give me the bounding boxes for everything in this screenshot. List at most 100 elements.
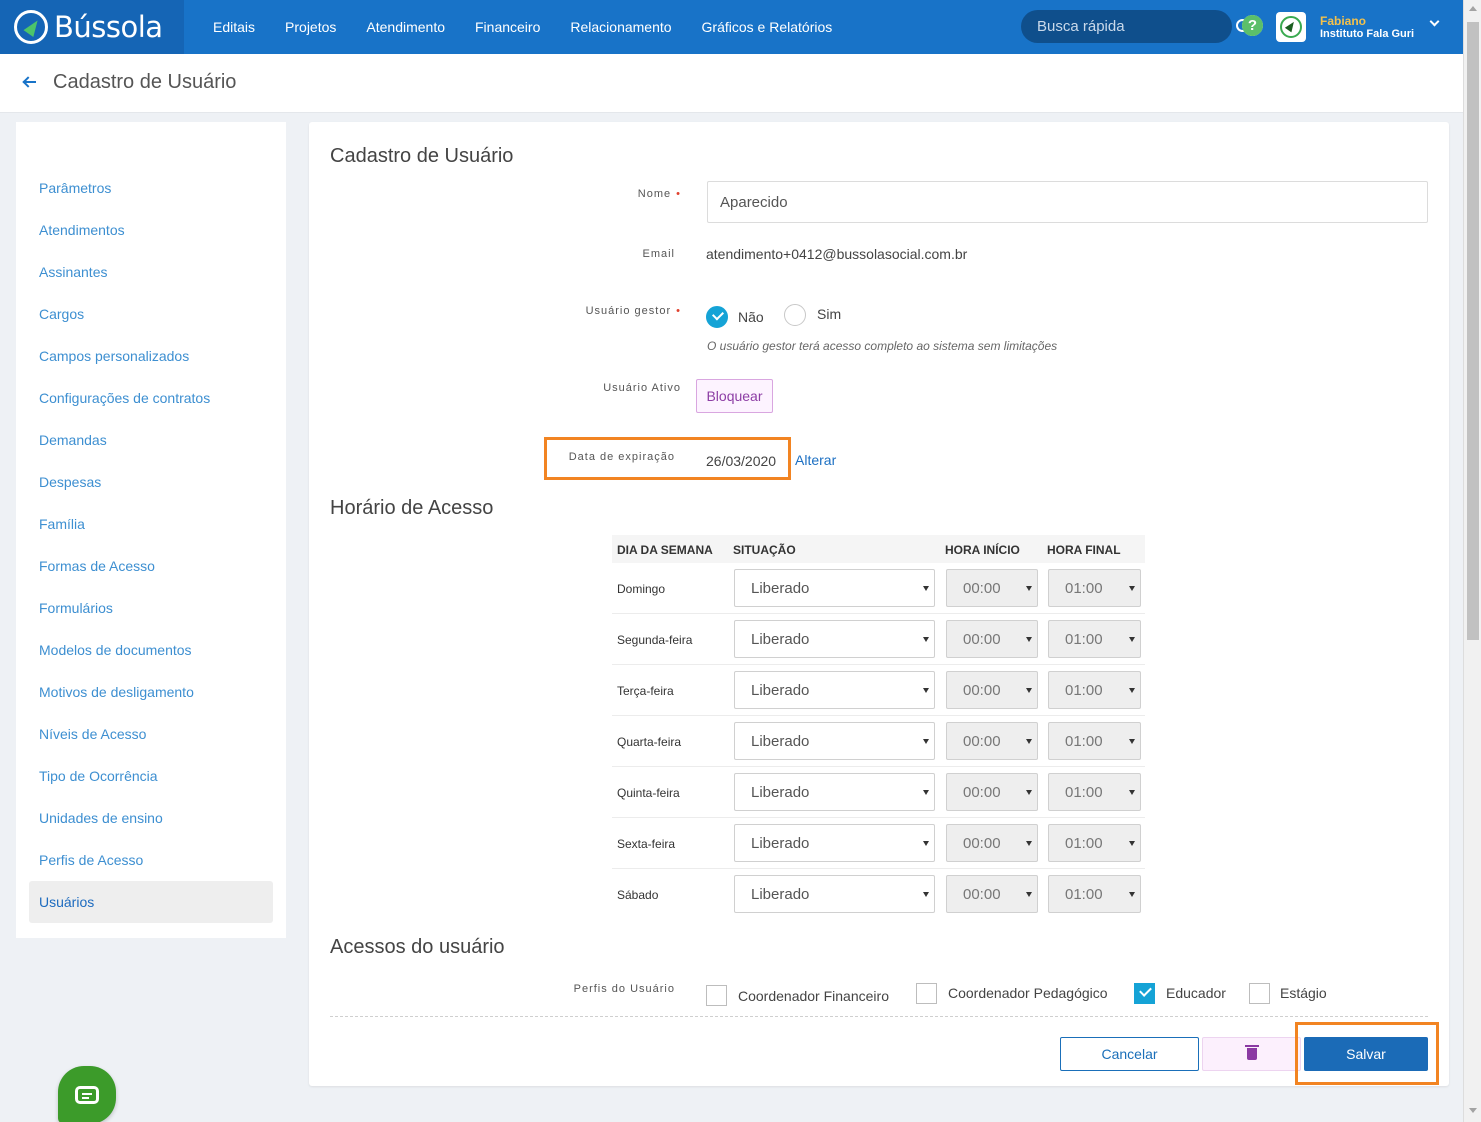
help-glyph: ? <box>1247 17 1258 34</box>
profile-coordenador-pedagogico-label[interactable]: Coordenador Pedagógico <box>948 985 1108 1001</box>
start-value: 00:00 <box>963 885 1001 903</box>
status-select[interactable]: Liberado <box>734 773 935 811</box>
sidebar-item-atendimentos[interactable]: Atendimentos <box>29 209 273 251</box>
sidebar-item-parametros[interactable]: Parâmetros <box>29 167 273 209</box>
start-time-select[interactable]: 00:00 <box>946 569 1038 607</box>
end-value: 01:00 <box>1065 579 1103 597</box>
save-button[interactable]: Salvar <box>1304 1037 1428 1071</box>
back-arrow-icon[interactable] <box>22 74 38 90</box>
gestor-sim-label[interactable]: Sim <box>817 306 841 322</box>
gestor-nao-label[interactable]: Não <box>738 309 764 325</box>
user-name[interactable]: Fabiano <box>1320 14 1366 28</box>
start-value: 00:00 <box>963 732 1001 750</box>
end-value: 01:00 <box>1065 732 1103 750</box>
profile-estagio-checkbox[interactable] <box>1249 983 1270 1004</box>
profile-educador-label[interactable]: Educador <box>1166 985 1226 1001</box>
sidebar-item-familia[interactable]: Família <box>29 503 273 545</box>
start-time-select[interactable]: 00:00 <box>946 671 1038 709</box>
caret-down-icon <box>923 586 929 591</box>
profile-coordenador-financeiro-label[interactable]: Coordenador Financeiro <box>738 988 889 1004</box>
start-time-select[interactable]: 00:00 <box>946 722 1038 760</box>
gestor-sim-radio[interactable] <box>784 304 806 326</box>
quick-search <box>1021 10 1249 43</box>
search-input[interactable] <box>1037 18 1236 35</box>
chevron-down-icon[interactable] <box>1429 16 1440 27</box>
delete-button[interactable] <box>1202 1037 1301 1071</box>
scroll-down-arrow-icon[interactable] <box>1469 1108 1477 1113</box>
sidebar-item-configuracoes-contratos[interactable]: Configurações de contratos <box>29 377 273 419</box>
nav-relacionamento[interactable]: Relacionamento <box>570 19 671 35</box>
compass-icon <box>14 10 48 44</box>
start-time-select[interactable]: 00:00 <box>946 824 1038 862</box>
status-select[interactable]: Liberado <box>734 875 935 913</box>
nome-input[interactable] <box>707 181 1428 223</box>
status-select[interactable]: Liberado <box>734 722 935 760</box>
sidebar-item-perfis-acesso[interactable]: Perfis de Acesso <box>29 839 273 881</box>
sidebar-item-assinantes[interactable]: Assinantes <box>29 251 273 293</box>
end-value: 01:00 <box>1065 681 1103 699</box>
chat-widget-button[interactable] <box>58 1066 116 1122</box>
profile-estagio-label[interactable]: Estágio <box>1280 985 1327 1001</box>
caret-down-icon <box>923 790 929 795</box>
profile-coordenador-financeiro-checkbox[interactable] <box>706 985 727 1006</box>
caret-down-icon <box>923 739 929 744</box>
required-mark: • <box>676 188 681 200</box>
start-value: 00:00 <box>963 630 1001 648</box>
sidebar-item-motivos-desligamento[interactable]: Motivos de desligamento <box>29 671 273 713</box>
user-organization[interactable]: Instituto Fala Guri <box>1320 28 1414 40</box>
caret-down-icon <box>923 841 929 846</box>
start-time-select[interactable]: 00:00 <box>946 875 1038 913</box>
nome-label: Nome • <box>638 188 681 200</box>
nav-atendimento[interactable]: Atendimento <box>366 19 445 35</box>
status-value: Liberado <box>751 579 810 597</box>
nav-graficos-relatorios[interactable]: Gráficos e Relatórios <box>702 19 833 35</box>
help-icon[interactable]: ? <box>1242 15 1263 36</box>
end-time-select[interactable]: 01:00 <box>1048 773 1141 811</box>
sidebar-item-formas-acesso[interactable]: Formas de Acesso <box>29 545 273 587</box>
status-select[interactable]: Liberado <box>734 569 935 607</box>
sidebar-item-usuarios[interactable]: Usuários <box>29 881 273 923</box>
gestor-nao-radio[interactable] <box>706 306 728 328</box>
sidebar-item-tipo-ocorrencia[interactable]: Tipo de Ocorrência <box>29 755 273 797</box>
status-select[interactable]: Liberado <box>734 620 935 658</box>
alterar-link[interactable]: Alterar <box>795 452 836 468</box>
start-time-select[interactable]: 00:00 <box>946 773 1038 811</box>
page-scrollbar[interactable] <box>1463 0 1481 1122</box>
sidebar-item-unidades-ensino[interactable]: Unidades de ensino <box>29 797 273 839</box>
end-time-select[interactable]: 01:00 <box>1048 722 1141 760</box>
nav-editais[interactable]: Editais <box>213 19 255 35</box>
end-time-select[interactable]: 01:00 <box>1048 671 1141 709</box>
scrollbar-thumb[interactable] <box>1467 22 1479 640</box>
end-time-select[interactable]: 01:00 <box>1048 824 1141 862</box>
nav-projetos[interactable]: Projetos <box>285 19 336 35</box>
status-value: Liberado <box>751 732 810 750</box>
sidebar-item-despesas[interactable]: Despesas <box>29 461 273 503</box>
sidebar-item-formularios[interactable]: Formulários <box>29 587 273 629</box>
sidebar-item-cargos[interactable]: Cargos <box>29 293 273 335</box>
sidebar-item-demandas[interactable]: Demandas <box>29 419 273 461</box>
profile-educador-checkbox[interactable] <box>1134 983 1155 1004</box>
bloquear-button[interactable]: Bloquear <box>696 379 773 413</box>
caret-down-icon <box>1026 586 1032 591</box>
form-section-title: Cadastro de Usuário <box>330 145 514 167</box>
sidebar-item-niveis-acesso[interactable]: Níveis de Acesso <box>29 713 273 755</box>
header-status: SITUAÇÃO <box>733 543 796 557</box>
end-time-select[interactable]: 01:00 <box>1048 620 1141 658</box>
status-select[interactable]: Liberado <box>734 824 935 862</box>
profiles-label: Perfis do Usuário <box>573 983 675 995</box>
main-nav: Editais Projetos Atendimento Financeiro … <box>198 0 847 54</box>
end-time-select[interactable]: 01:00 <box>1048 875 1141 913</box>
status-value: Liberado <box>751 630 810 648</box>
start-time-select[interactable]: 00:00 <box>946 620 1038 658</box>
app-logo[interactable]: Bússola <box>0 0 184 54</box>
sidebar-item-campos-personalizados[interactable]: Campos personalizados <box>29 335 273 377</box>
sidebar-item-modelos-documentos[interactable]: Modelos de documentos <box>29 629 273 671</box>
nav-financeiro[interactable]: Financeiro <box>475 19 540 35</box>
caret-down-icon <box>923 688 929 693</box>
status-select[interactable]: Liberado <box>734 671 935 709</box>
scroll-up-arrow-icon[interactable] <box>1469 6 1477 11</box>
end-value: 01:00 <box>1065 630 1103 648</box>
end-time-select[interactable]: 01:00 <box>1048 569 1141 607</box>
profile-coordenador-pedagogico-checkbox[interactable] <box>916 983 937 1004</box>
cancel-button[interactable]: Cancelar <box>1060 1037 1199 1071</box>
